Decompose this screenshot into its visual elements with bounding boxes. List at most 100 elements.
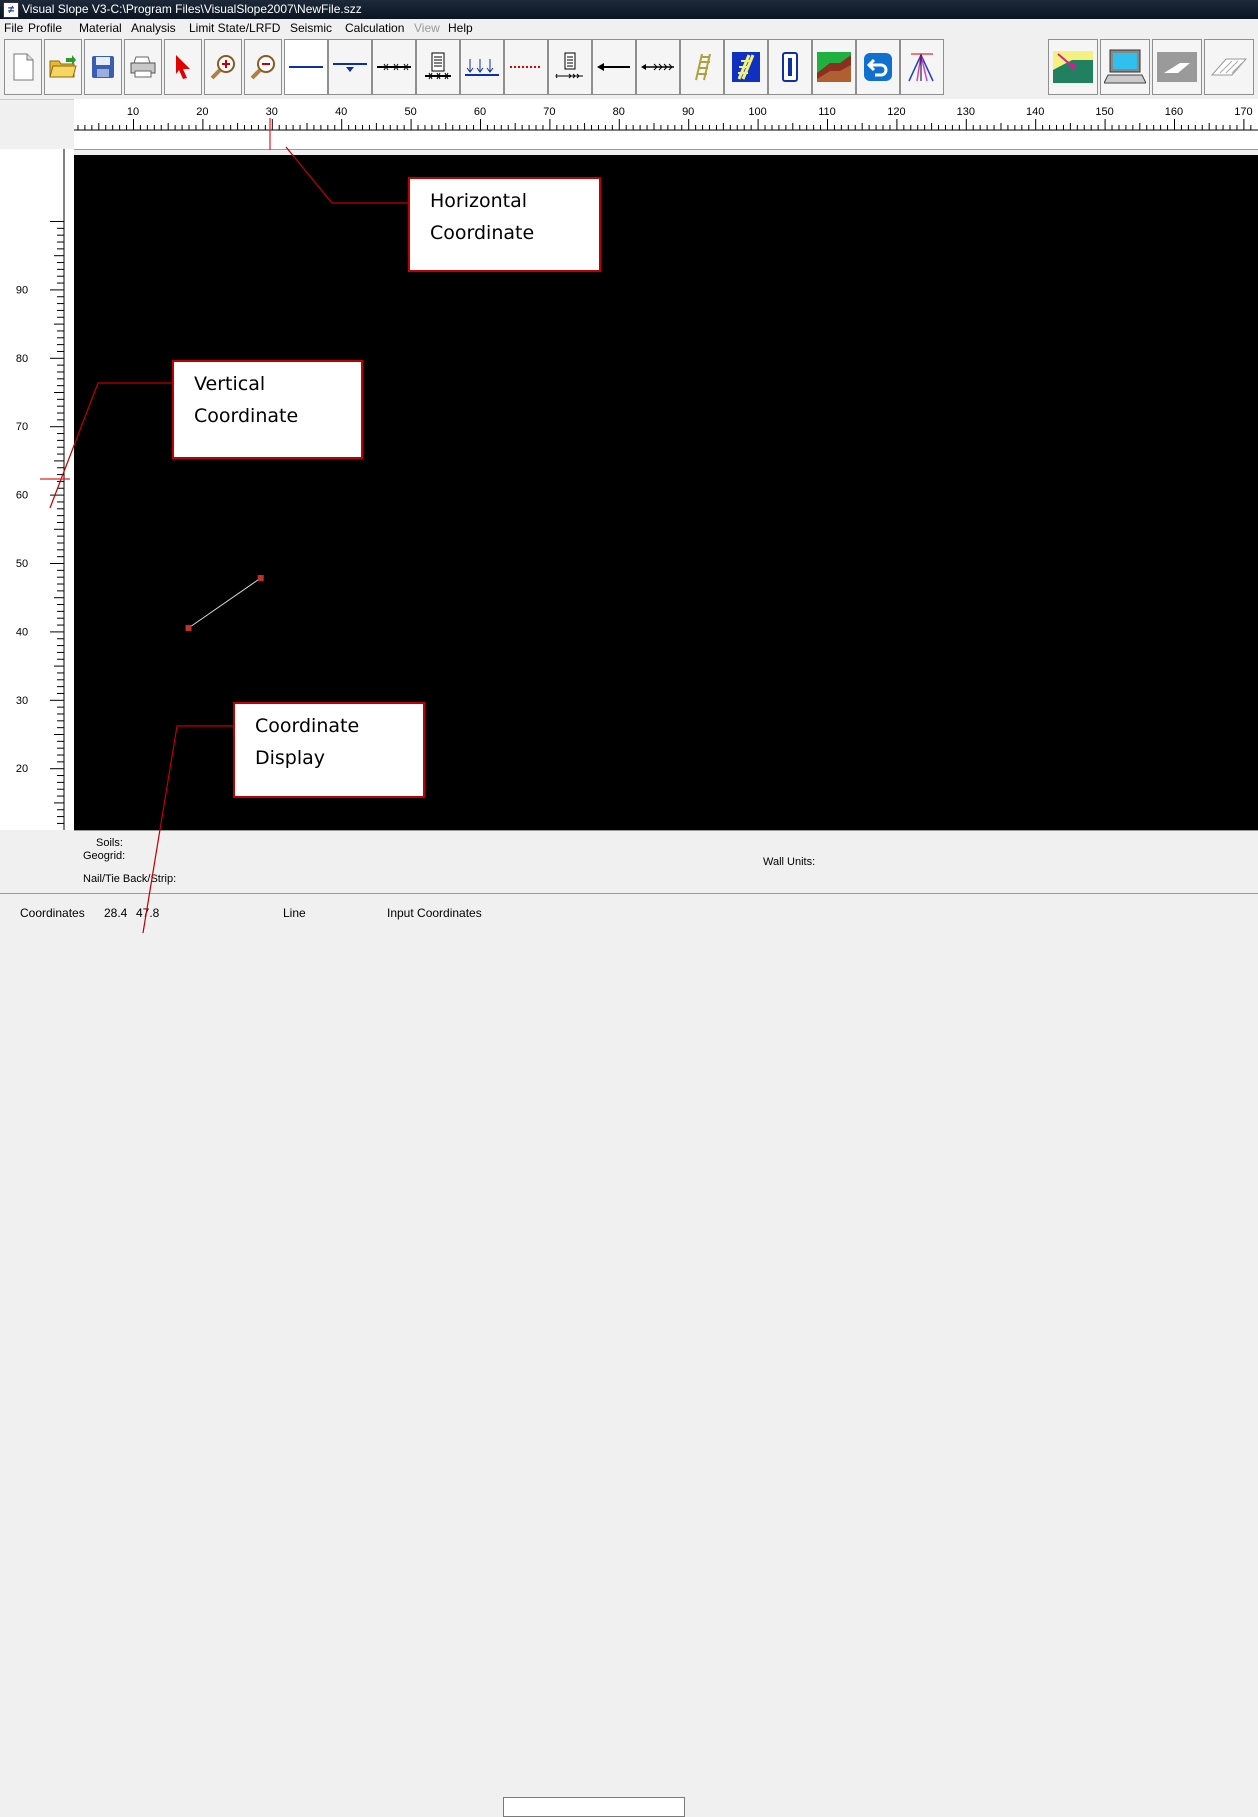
new-file-button[interactable] <box>4 39 42 95</box>
vertical-ruler-label: 80 <box>16 353 28 365</box>
tension-line-icon <box>377 63 411 71</box>
horizontal-ruler-label: 90 <box>682 106 694 118</box>
gray-slope-button[interactable] <box>1152 39 1202 95</box>
save-button[interactable] <box>84 39 122 95</box>
horizontal-ruler-label: 120 <box>887 106 905 118</box>
menu-profile[interactable]: Profile <box>28 21 62 35</box>
line-tool-button[interactable] <box>284 39 328 95</box>
horizontal-ruler-label: 20 <box>196 106 208 118</box>
slope-profile-icon <box>817 52 851 82</box>
horizontal-ruler-label: 100 <box>748 106 766 118</box>
window-title: Visual Slope V3-C:\Program Files\VisualS… <box>22 2 362 16</box>
left-arrow-icon <box>597 63 630 71</box>
horizontal-ruler-label: 110 <box>818 106 836 118</box>
menu-help[interactable]: Help <box>448 21 473 35</box>
save-icon <box>92 56 114 78</box>
zoom-out-button[interactable] <box>244 39 282 95</box>
horizontal-ruler-label: 30 <box>266 106 278 118</box>
door-icon <box>782 52 798 82</box>
menu-seismic[interactable]: Seismic <box>290 21 332 35</box>
horizontal-ruler-label: 40 <box>335 106 347 118</box>
vertical-ruler: 908070605040302010 <box>0 149 74 844</box>
water-table-button[interactable] <box>328 39 372 95</box>
vertical-ruler-label: 60 <box>16 490 28 502</box>
hatch-slope-button[interactable] <box>1204 39 1254 95</box>
line-end-point[interactable] <box>185 624 192 631</box>
calculate-button[interactable] <box>1048 39 1098 95</box>
horizontal-callout-line2: Coordinate <box>430 222 535 244</box>
tie-back-icon <box>641 63 674 71</box>
vertical-ruler-scale: 908070605040302010 <box>16 149 65 844</box>
zoom-in-button[interactable] <box>204 39 242 95</box>
vertical-ruler-label: 40 <box>16 626 28 638</box>
input-coordinates-label: Input Coordinates <box>387 906 482 920</box>
door-button[interactable] <box>768 39 812 95</box>
coordinates-label: Coordinates <box>20 906 85 920</box>
dotted-line-button[interactable] <box>504 39 548 95</box>
wall-block-button[interactable] <box>724 39 768 95</box>
slope-profile-button[interactable] <box>812 39 856 95</box>
tie-back-button[interactable] <box>636 39 680 95</box>
open-folder-icon <box>49 55 77 78</box>
mode-indicator: Line <box>283 906 306 920</box>
vertical-coordinate-callout: Vertical Coordinate <box>172 360 363 459</box>
horizontal-ruler-label: 160 <box>1165 106 1183 118</box>
left-arrow-button[interactable] <box>592 39 636 95</box>
zoom-out-icon <box>250 55 275 80</box>
toolbar <box>0 37 1258 100</box>
distributed-load-button[interactable] <box>460 39 504 95</box>
computer-icon <box>1104 49 1146 84</box>
horizontal-ruler-label: 170 <box>1234 106 1252 118</box>
open-button[interactable] <box>44 39 82 95</box>
zoom-in-icon <box>210 55 235 80</box>
ladder-button[interactable] <box>680 39 724 95</box>
menu-analysis[interactable]: Analysis <box>131 21 176 35</box>
horizontal-coordinate-callout: Horizontal Coordinate <box>408 177 601 272</box>
hatch-slope-icon <box>1210 58 1248 76</box>
vertical-ruler-label: 70 <box>16 421 28 433</box>
horizontal-ruler-label: 80 <box>613 106 625 118</box>
horizontal-callout-line1: Horizontal <box>430 190 528 212</box>
material-info-panel: Soils: Geogrid: Nail/Tie Back/Strip: Wal… <box>74 830 1258 893</box>
horizontal-ruler-label: 50 <box>404 106 416 118</box>
menu-material[interactable]: Material <box>79 21 122 35</box>
geogrid-layers-icon <box>425 52 451 80</box>
title-bar: ≠ Visual Slope V3-C:\Program Files\Visua… <box>0 0 1258 19</box>
tension-line-button[interactable] <box>372 39 416 95</box>
vertical-ruler-label: 50 <box>16 558 28 570</box>
nail-tie-back-label: Nail/Tie Back/Strip: <box>83 873 177 885</box>
horizontal-ruler-label: 140 <box>1026 106 1044 118</box>
y-coordinate-value: 47.8 <box>136 906 160 920</box>
geogrid-button[interactable] <box>416 39 460 95</box>
display-callout-line1: Coordinate <box>255 715 360 737</box>
distributed-load-icon <box>465 59 499 76</box>
horizontal-ruler-label: 130 <box>957 106 975 118</box>
horizontal-ruler-scale: 10 20 30 40 50 60 70 80 90 100 110 120 130 140 150 160 1… <box>74 106 1258 131</box>
computer-button[interactable] <box>1100 39 1150 95</box>
calculate-slope-icon <box>1053 51 1093 83</box>
print-icon <box>130 56 156 78</box>
menu-bar: File Profile Material Analysis Limit Sta… <box>0 19 1258 37</box>
menu-file[interactable]: File <box>4 21 23 35</box>
menu-calculation[interactable]: Calculation <box>345 21 404 35</box>
input-coordinates-field[interactable] <box>503 1797 685 1817</box>
gray-slope-icon <box>1157 52 1197 82</box>
vertical-ruler-label: 30 <box>16 695 28 707</box>
vertical-callout-line2: Coordinate <box>194 405 299 427</box>
horizontal-ruler-label: 60 <box>474 106 486 118</box>
horizontal-ruler: 10 20 30 40 50 60 70 80 90 100 110 120 130 140 150 160 1… <box>74 99 1258 150</box>
display-callout-line2: Display <box>255 747 326 769</box>
menu-view[interactable]: View <box>414 21 440 35</box>
select-button[interactable] <box>164 39 202 95</box>
line-start-point[interactable] <box>257 575 264 582</box>
nail-button[interactable] <box>548 39 592 95</box>
surface-button[interactable] <box>900 39 944 95</box>
dotted-line-icon <box>510 66 542 68</box>
coordinate-display-callout: Coordinate Display <box>233 702 425 798</box>
menu-limit-state[interactable]: Limit State/LRFD <box>189 21 280 35</box>
print-button[interactable] <box>124 39 162 95</box>
wall-units-label: Wall Units: <box>763 856 816 868</box>
undo-button[interactable] <box>856 39 900 95</box>
profile-line-segment[interactable] <box>188 577 261 629</box>
horizontal-ruler-label: 10 <box>127 106 139 118</box>
